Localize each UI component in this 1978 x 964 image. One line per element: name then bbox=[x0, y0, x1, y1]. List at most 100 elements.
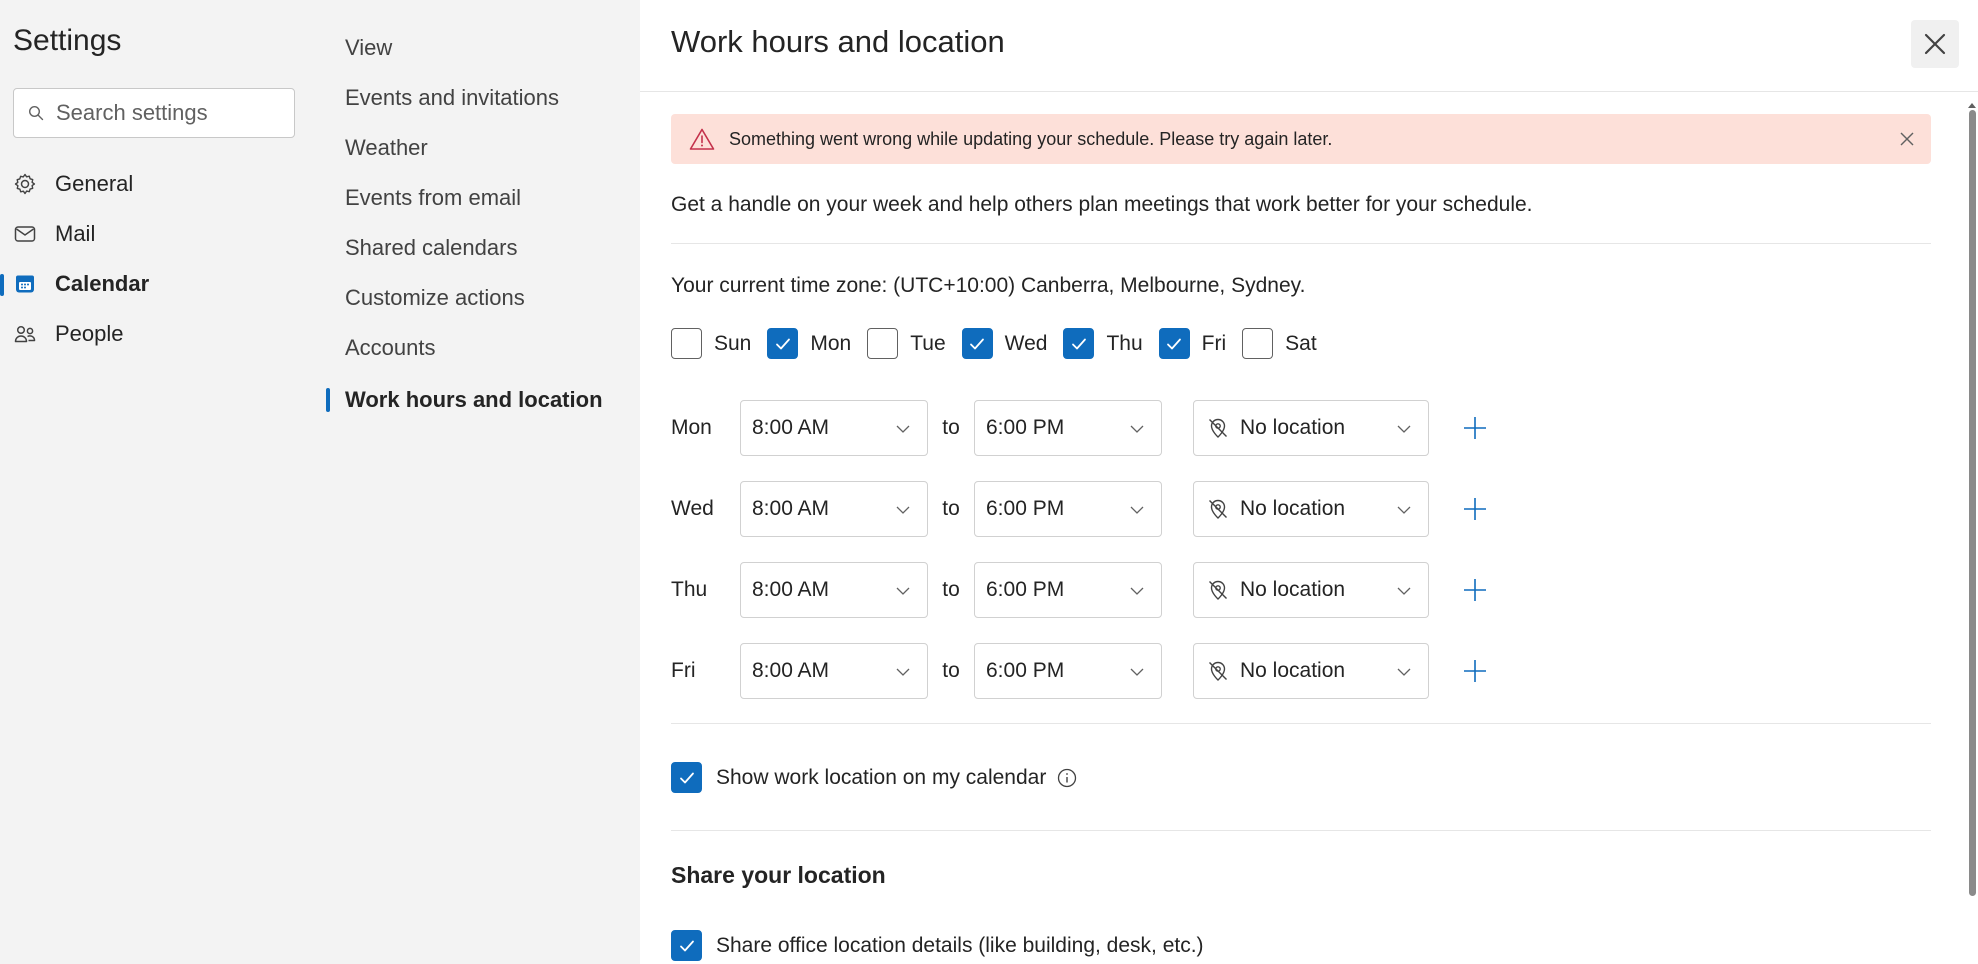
checkmark-icon bbox=[1072, 338, 1086, 349]
start-time-dropdown[interactable]: 8:00 AM bbox=[740, 643, 928, 699]
show-work-location-option[interactable]: Show work location on my calendar bbox=[671, 762, 1078, 793]
end-time-dropdown[interactable]: 6:00 PM bbox=[974, 481, 1162, 537]
section-divider bbox=[671, 243, 1931, 244]
end-time-value: 6:00 PM bbox=[986, 416, 1065, 439]
chevron-down-icon bbox=[896, 506, 910, 514]
subnav-item-events-from-email[interactable]: Events from email bbox=[345, 178, 521, 218]
checkmark-icon bbox=[775, 338, 790, 349]
mail-icon bbox=[14, 226, 36, 242]
scrollbar-thumb[interactable] bbox=[1969, 110, 1976, 896]
day-checkbox-mon[interactable]: Mon bbox=[767, 328, 851, 359]
add-time-slot-icon[interactable] bbox=[1461, 576, 1489, 604]
nav-item-general[interactable]: General bbox=[13, 164, 133, 204]
day-checkbox-fri[interactable]: Fri bbox=[1158, 328, 1227, 359]
scroll-up-arrow[interactable] bbox=[1968, 103, 1976, 108]
chevron-down-icon bbox=[1130, 425, 1144, 433]
info-icon[interactable] bbox=[1056, 767, 1078, 789]
checkbox[interactable] bbox=[767, 328, 799, 359]
add-time-slot-icon[interactable] bbox=[1461, 495, 1489, 523]
checkbox[interactable] bbox=[867, 328, 899, 359]
day-label: Sun bbox=[714, 331, 752, 355]
end-time-dropdown[interactable]: 6:00 PM bbox=[974, 643, 1162, 699]
share-office-checkbox[interactable] bbox=[671, 930, 702, 961]
search-icon bbox=[28, 105, 44, 121]
error-message: Something went wrong while updating your… bbox=[729, 128, 1333, 149]
chevron-down-icon bbox=[1397, 425, 1411, 433]
people-icon bbox=[14, 325, 36, 343]
day-checkbox-thu[interactable]: Thu bbox=[1063, 328, 1143, 359]
nav-item-label: General bbox=[55, 171, 134, 196]
checkbox[interactable] bbox=[1158, 328, 1190, 359]
schedule-row-fri: Fri 8:00 AM to 6:00 PM No location bbox=[671, 643, 1489, 699]
checkbox[interactable] bbox=[1242, 328, 1274, 359]
day-label: Sat bbox=[1285, 331, 1317, 355]
checkbox[interactable] bbox=[1063, 328, 1095, 359]
nav-item-people[interactable]: People bbox=[13, 314, 124, 354]
show-location-checkbox[interactable] bbox=[671, 762, 702, 793]
end-time-value: 6:00 PM bbox=[986, 659, 1065, 682]
day-checkbox-tue[interactable]: Tue bbox=[867, 328, 946, 359]
nav-item-calendar[interactable]: Calendar bbox=[13, 264, 149, 304]
day-checkbox-sun[interactable]: Sun bbox=[671, 328, 751, 359]
day-checkbox-sat[interactable]: Sat bbox=[1242, 328, 1317, 359]
end-time-dropdown[interactable]: 6:00 PM bbox=[974, 562, 1162, 618]
location-dropdown[interactable]: No location bbox=[1193, 643, 1429, 699]
intro-text: Get a handle on your week and help other… bbox=[671, 193, 1533, 216]
settings-nav: Settings General Mail Calendar People bbox=[0, 0, 320, 964]
day-checkbox-wed[interactable]: Wed bbox=[961, 328, 1048, 359]
schedule-day-label: Thu bbox=[671, 578, 708, 601]
chevron-down-icon bbox=[1130, 668, 1144, 676]
day-label: Thu bbox=[1106, 331, 1143, 355]
add-time-slot-icon[interactable] bbox=[1461, 414, 1489, 442]
subnav-item-events-invitations[interactable]: Events and invitations bbox=[345, 78, 559, 118]
schedule-row-mon: Mon 8:00 AM to 6:00 PM No location bbox=[671, 400, 1489, 456]
checkmark-icon bbox=[679, 772, 694, 783]
subnav-item-shared-calendars[interactable]: Shared calendars bbox=[345, 228, 517, 268]
subnav-item-work-hours[interactable]: Work hours and location bbox=[345, 380, 603, 420]
end-time-value: 6:00 PM bbox=[986, 497, 1065, 520]
gear-icon bbox=[14, 173, 36, 195]
subnav-item-customize-actions[interactable]: Customize actions bbox=[345, 278, 525, 318]
add-time-slot-icon[interactable] bbox=[1461, 657, 1489, 685]
subnav-item-view[interactable]: View bbox=[345, 28, 392, 68]
chevron-down-icon bbox=[1130, 587, 1144, 595]
share-office-option[interactable]: Share office location details (like buil… bbox=[671, 930, 1204, 961]
close-button[interactable] bbox=[1911, 20, 1959, 68]
close-icon bbox=[1924, 33, 1946, 55]
nav-item-mail[interactable]: Mail bbox=[13, 214, 95, 254]
calendar-icon bbox=[16, 275, 34, 293]
day-label: Fri bbox=[1201, 331, 1227, 355]
subnav-item-accounts[interactable]: Accounts bbox=[345, 328, 436, 368]
schedule-row-wed: Wed 8:00 AM to 6:00 PM No location bbox=[671, 481, 1489, 537]
subnav-item-weather[interactable]: Weather bbox=[345, 128, 428, 168]
start-time-value: 8:00 AM bbox=[752, 659, 830, 682]
to-label: to bbox=[942, 659, 960, 682]
day-label: Tue bbox=[910, 331, 946, 355]
warning-icon bbox=[689, 127, 729, 151]
search-box[interactable] bbox=[13, 88, 295, 138]
no-location-icon bbox=[1209, 418, 1227, 438]
no-location-icon bbox=[1209, 661, 1227, 681]
work-hours-panel: Work hours and location Something went w… bbox=[640, 0, 1978, 964]
location-dropdown[interactable]: No location bbox=[1193, 400, 1429, 456]
checkbox[interactable] bbox=[671, 328, 702, 359]
nav-item-label: Mail bbox=[55, 221, 96, 246]
search-input[interactable] bbox=[56, 100, 276, 126]
error-message-bar: Something went wrong while updating your… bbox=[671, 114, 1931, 164]
nav-item-label: People bbox=[55, 321, 124, 346]
checkbox[interactable] bbox=[961, 328, 993, 359]
day-label: Mon bbox=[810, 331, 852, 355]
nav-item-label: Calendar bbox=[55, 271, 150, 296]
end-time-dropdown[interactable]: 6:00 PM bbox=[974, 400, 1162, 456]
dismiss-error-icon[interactable] bbox=[1897, 129, 1917, 149]
location-dropdown[interactable]: No location bbox=[1193, 481, 1429, 537]
location-dropdown[interactable]: No location bbox=[1193, 562, 1429, 618]
day-label: Wed bbox=[1004, 331, 1048, 355]
schedule-day-label: Fri bbox=[671, 659, 696, 682]
start-time-dropdown[interactable]: 8:00 AM bbox=[740, 562, 928, 618]
start-time-value: 8:00 AM bbox=[752, 416, 830, 439]
start-time-dropdown[interactable]: 8:00 AM bbox=[740, 400, 928, 456]
nav-active-indicator bbox=[0, 274, 4, 296]
workday-checkboxes: Sun Mon Tue Wed Thu Fri Sat bbox=[671, 328, 1333, 359]
start-time-dropdown[interactable]: 8:00 AM bbox=[740, 481, 928, 537]
